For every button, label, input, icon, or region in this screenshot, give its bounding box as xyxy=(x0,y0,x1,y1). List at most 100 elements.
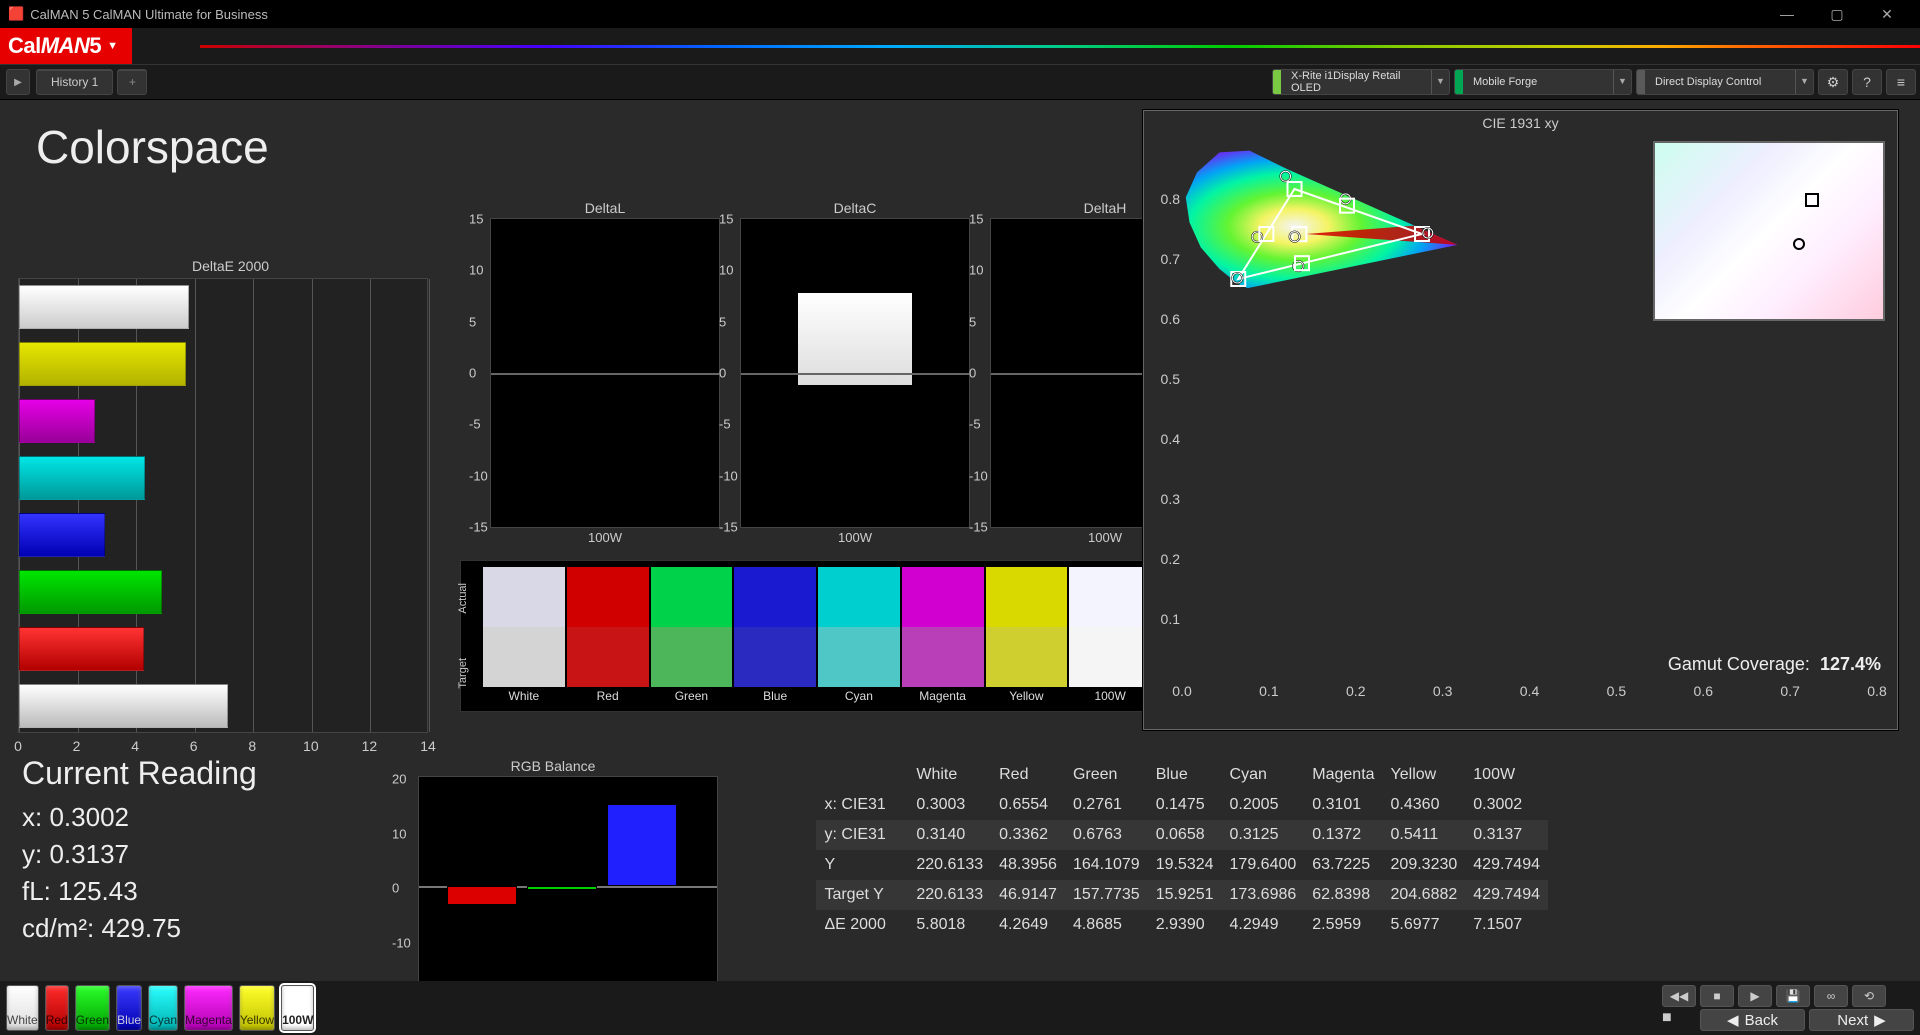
rgb-bar-2 xyxy=(607,804,677,886)
color-button-100w[interactable]: 100W xyxy=(281,985,314,1031)
chevron-down-icon: ▼ xyxy=(1795,70,1813,94)
maximize-button[interactable]: ▢ xyxy=(1812,0,1862,28)
color-button-label: Magenta xyxy=(185,1013,232,1030)
swatch-blue: Blue xyxy=(734,567,816,705)
back-button[interactable]: ◀ Back xyxy=(1700,1009,1805,1031)
logo-bar: CalMAN5 ▼ xyxy=(0,28,1920,64)
color-button-yellow[interactable]: Yellow xyxy=(239,985,275,1031)
color-button-label: White xyxy=(7,1013,38,1030)
color-button-red[interactable]: Red xyxy=(45,985,69,1031)
chevron-down-icon: ▼ xyxy=(1431,70,1449,94)
rgb-bar-1 xyxy=(527,886,597,890)
help-icon: ? xyxy=(1863,74,1871,90)
swatch-100w: 100W xyxy=(1069,567,1151,705)
rgb-title: RGB Balance xyxy=(388,758,718,774)
readings-title: Current Reading xyxy=(22,755,257,792)
chart-deltac: DeltaC151050-5-10-15 100W xyxy=(740,200,970,545)
nav-link-button[interactable]: ∞ xyxy=(1814,985,1848,1007)
app-icon: 🟥 xyxy=(8,6,24,22)
reading-y: y: 0.3137 xyxy=(22,839,257,870)
nav-stop-button[interactable]: ■ xyxy=(1700,985,1734,1007)
color-button-label: Cyan xyxy=(149,1013,177,1030)
chip-body: Direct Display Control xyxy=(1645,70,1795,94)
reading-cdm2: cd/m²: 429.75 xyxy=(22,913,257,944)
measurements-table: WhiteRedGreenBlueCyanMagentaYellow100Wx:… xyxy=(738,760,1548,940)
toolbar: ▶ History 1 + X-Rite i1Display RetailOLE… xyxy=(0,64,1920,100)
deltae-bar-green xyxy=(19,570,162,614)
add-tab-button[interactable]: + xyxy=(117,69,147,95)
window-titlebar: 🟥 CalMAN 5 CalMAN Ultimate for Business … xyxy=(0,0,1920,28)
gamut-label: Gamut Coverage: xyxy=(1668,654,1810,674)
deltac-white-box xyxy=(798,293,912,385)
deltae-bar-yellow xyxy=(19,342,186,386)
logo-dropdown[interactable]: CalMAN5 ▼ xyxy=(0,28,132,64)
deltae-bar-red xyxy=(19,627,144,671)
gamut-coverage: Gamut Coverage: 127.4% xyxy=(1668,654,1881,675)
help-button[interactable]: ? xyxy=(1852,69,1882,95)
logo-text: CalMAN5 xyxy=(8,33,101,59)
expand-sidebar-button[interactable]: ▶ xyxy=(6,69,30,95)
chip-body: Mobile Forge xyxy=(1463,70,1613,94)
deltae-bar-magenta xyxy=(19,399,95,443)
nav-play-button[interactable]: ▶ xyxy=(1738,985,1772,1007)
swatch-white: White xyxy=(483,567,565,705)
current-reading: Current Reading x: 0.3002 y: 0.3137 fL: … xyxy=(22,755,257,950)
cie-title: CIE 1931 xy xyxy=(1144,115,1897,131)
cie-plot xyxy=(1182,139,1482,289)
gear-icon: ⚙ xyxy=(1827,74,1840,91)
deltae-bar-white xyxy=(19,285,189,329)
color-button-label: 100W xyxy=(282,1013,313,1030)
rgb-balance-chart: RGB Balance 20100-10-20 100W xyxy=(388,758,718,1011)
nav-stop2-button[interactable]: ■ xyxy=(1662,1009,1696,1031)
cie-zoom-inset xyxy=(1653,141,1885,321)
settings-button[interactable]: ⚙ xyxy=(1818,69,1848,95)
next-button[interactable]: Next ▶ xyxy=(1809,1009,1914,1031)
color-button-blue[interactable]: Blue xyxy=(116,985,142,1031)
swatch-yellow: Yellow xyxy=(986,567,1068,705)
reading-x: x: 0.3002 xyxy=(22,802,257,833)
reading-fl: fL: 125.43 xyxy=(22,876,257,907)
nav-prev-section-button[interactable]: ◀◀ xyxy=(1662,985,1696,1007)
window-title: CalMAN 5 CalMAN Ultimate for Business xyxy=(30,7,268,22)
device-chip-1[interactable]: Mobile Forge ▼ xyxy=(1454,69,1632,95)
chip-color-strip xyxy=(1273,70,1281,94)
deltae-bar-cyan xyxy=(19,456,145,500)
chip-color-strip xyxy=(1455,70,1463,94)
chip-color-strip xyxy=(1637,70,1645,94)
tab-history[interactable]: History 1 xyxy=(36,69,113,95)
swatch-red: Red xyxy=(567,567,649,705)
menu-button[interactable]: ≡ xyxy=(1886,69,1916,95)
deltae-bar-100w xyxy=(19,684,228,728)
color-button-green[interactable]: Green xyxy=(75,985,110,1031)
inset-circle-marker xyxy=(1793,238,1805,250)
page-title: Colorspace xyxy=(36,120,269,174)
main-content: Colorspace DeltaE 2000 02468101214 Delta… xyxy=(0,100,1920,981)
deltae-bar-blue xyxy=(19,513,105,557)
color-button-cyan[interactable]: Cyan xyxy=(148,985,178,1031)
swatch-rowlabel-actual: Actual xyxy=(457,583,475,614)
close-button[interactable]: ✕ xyxy=(1862,0,1912,28)
footer: White Red Green Blue Cyan Magenta Yellow 100W ◀… xyxy=(0,981,1920,1035)
inset-square-marker xyxy=(1805,193,1819,207)
swatch-rowlabel-target: Target xyxy=(457,658,475,689)
device-chip-0[interactable]: X-Rite i1Display RetailOLED ▼ xyxy=(1272,69,1450,95)
swatch-row-labels: Actual Target xyxy=(457,561,475,711)
rgb-bar-0 xyxy=(447,886,517,905)
swatch-magenta: Magenta xyxy=(902,567,984,705)
nav-save-button[interactable]: 💾 xyxy=(1776,985,1810,1007)
color-button-label: Blue xyxy=(117,1013,141,1030)
menu-icon: ≡ xyxy=(1897,74,1905,90)
color-button-white[interactable]: White xyxy=(6,985,39,1031)
minimize-button[interactable]: — xyxy=(1762,0,1812,28)
color-button-label: Green xyxy=(76,1013,109,1030)
chip-body: X-Rite i1Display RetailOLED xyxy=(1281,70,1431,94)
rainbow-divider xyxy=(200,45,1920,48)
swatch-strip: Actual Target WhiteRedGreenBlueCyanMagen… xyxy=(460,560,1160,712)
chart-deltal: DeltaL151050-5-10-15 100W xyxy=(490,200,720,545)
chevron-down-icon: ▼ xyxy=(107,40,118,52)
color-button-magenta[interactable]: Magenta xyxy=(184,985,233,1031)
cie-panel: CIE 1931 xy 0.00.10.20.30.40.50.60.70.8 … xyxy=(1143,110,1898,730)
nav-refresh-button[interactable]: ⟲ xyxy=(1852,985,1886,1007)
device-chip-2[interactable]: Direct Display Control ▼ xyxy=(1636,69,1814,95)
color-button-label: Yellow xyxy=(240,1013,274,1030)
